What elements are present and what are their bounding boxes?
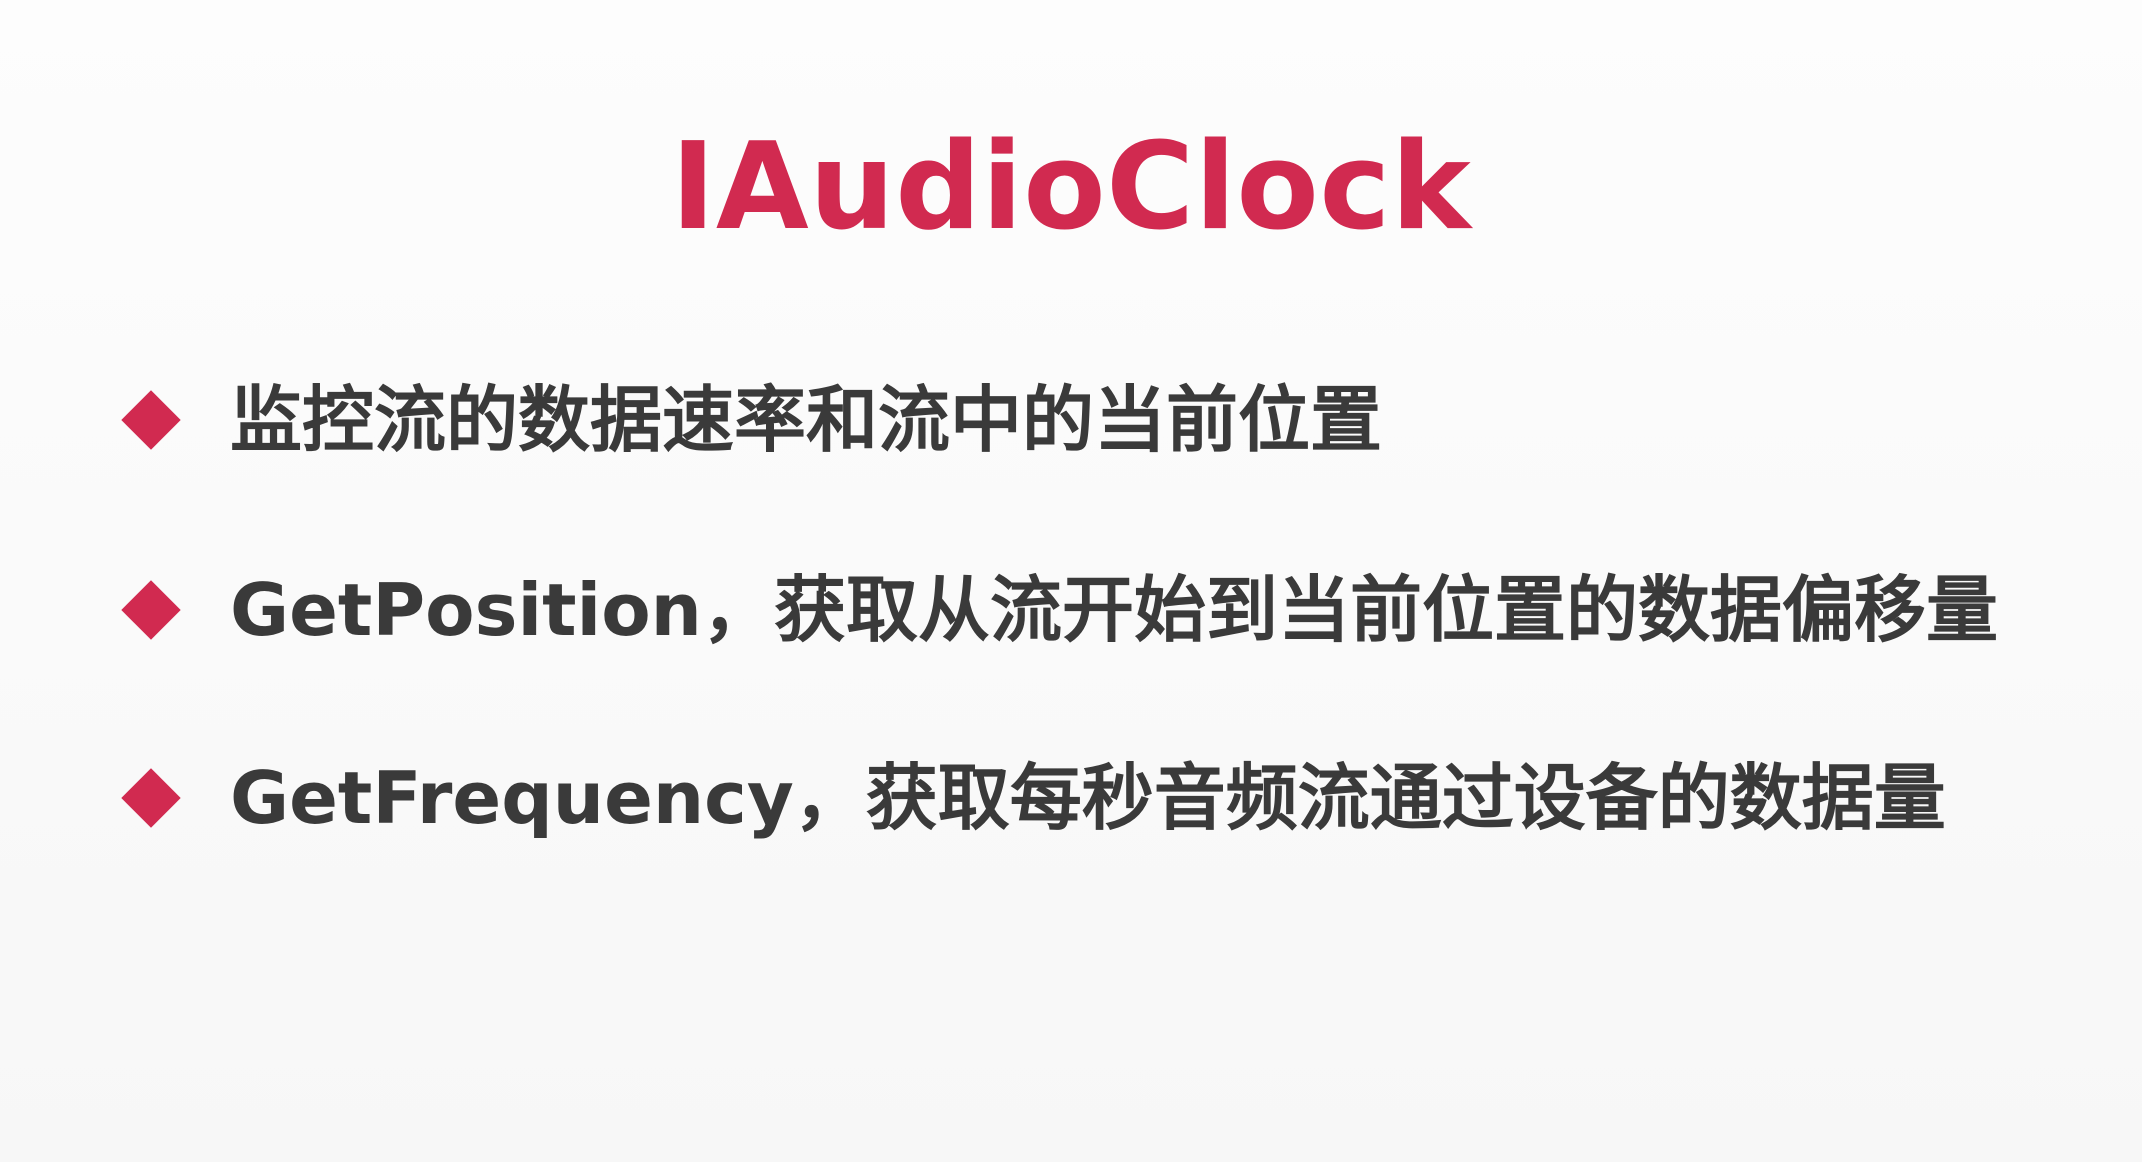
diamond-bullet-icon [121, 580, 181, 640]
diamond-bullet-icon [121, 768, 181, 828]
bullet-item: GetFrequency，获取每秒音频流通过设备的数据量 [120, 748, 2100, 848]
bullet-text: 监控流的数据速率和流中的当前位置 [230, 378, 1383, 462]
bullet-item: 监控流的数据速率和流中的当前位置 [120, 370, 2100, 470]
bullet-item: GetPosition，获取从流开始到当前位置的数据偏移量 [120, 560, 2100, 660]
slide: IAudioClock 监控流的数据速率和流中的当前位置 GetPosition… [0, 0, 2142, 1162]
diamond-bullet-icon [121, 390, 181, 450]
slide-title: IAudioClock [670, 118, 1472, 257]
bullet-text: GetPosition，获取从流开始到当前位置的数据偏移量 [230, 568, 1998, 652]
bullet-text: GetFrequency，获取每秒音频流通过设备的数据量 [230, 756, 1946, 840]
